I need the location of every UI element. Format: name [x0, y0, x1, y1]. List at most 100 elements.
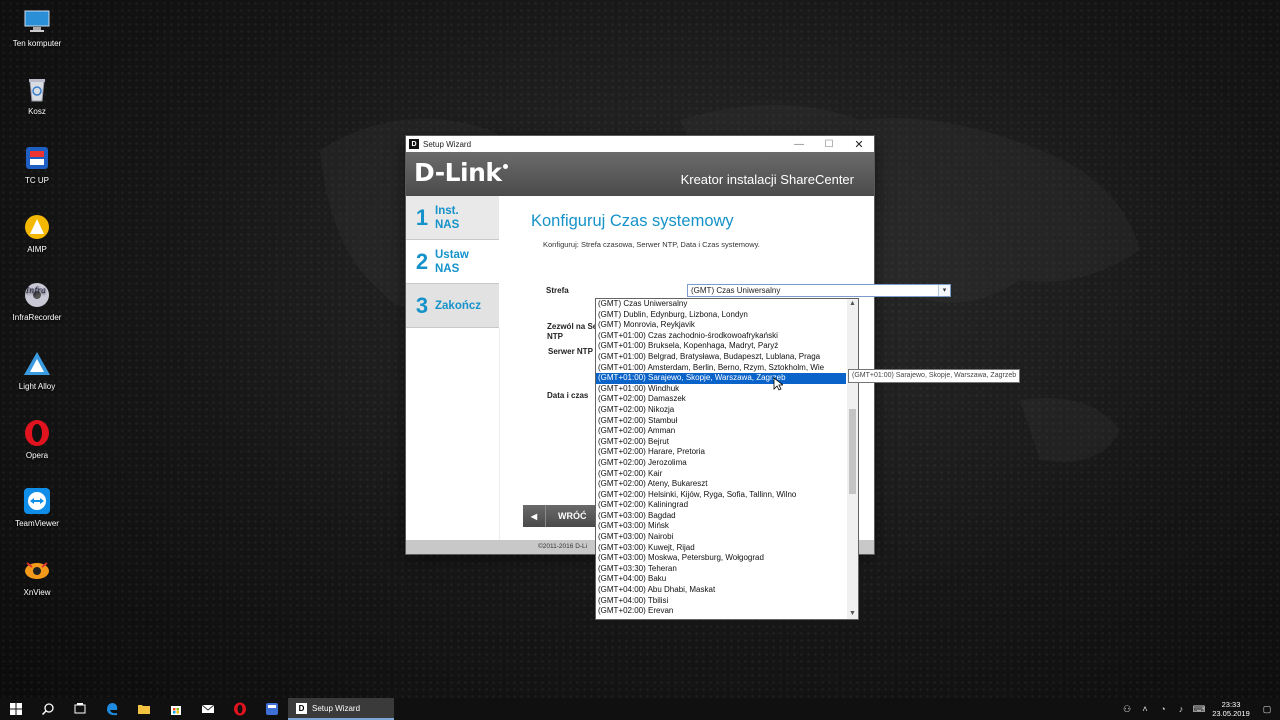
timezone-option[interactable]: (GMT+01:00) Czas zachodnio-środkowoafryk…	[596, 331, 846, 342]
desktop-icon-xnview[interactable]: XnView	[0, 555, 74, 597]
timezone-option[interactable]: (GMT+02:00) Kair	[596, 469, 846, 480]
timezone-option[interactable]: (GMT+03:00) Bagdad	[596, 511, 846, 522]
timezone-option[interactable]: (GMT) Monrovia, Reykjavik	[596, 320, 846, 331]
step-label-line2: NAS	[435, 218, 460, 231]
timezone-select[interactable]: (GMT) Czas Uniwersalny ▾	[687, 284, 951, 297]
timezone-option[interactable]: (GMT+02:00) Bejrut	[596, 437, 846, 448]
desktop-icon-label: Light Alloy	[18, 382, 56, 391]
task-view-button[interactable]	[64, 698, 96, 720]
opera-icon	[234, 702, 246, 716]
timezone-option[interactable]: (GMT+01:00) Amsterdam, Berlin, Berno, Rz…	[596, 363, 846, 374]
steps-sidebar: 1 Inst. NAS 2 Ustaw NAS 3 Zakończ	[406, 196, 500, 540]
ntp-label: NTP	[547, 332, 563, 341]
timezone-option[interactable]: (GMT+02:00) Kaliningrad	[596, 500, 846, 511]
timezone-dropdown-list[interactable]: (GMT) Czas Uniwersalny (GMT) Dublin, Edyn…	[595, 298, 859, 620]
taskbar-store[interactable]	[160, 698, 192, 720]
notifications-icon[interactable]: ▢	[1254, 704, 1280, 715]
desktop-icon-label: Kosz	[28, 107, 46, 116]
task-view-icon	[74, 703, 86, 714]
timezone-option[interactable]: (GMT+04:00) Baku	[596, 574, 846, 585]
people-icon[interactable]: ⚇	[1118, 704, 1136, 715]
back-button[interactable]: ◀ WRÓĆ	[523, 505, 597, 527]
desktop-icon-aimp[interactable]: AIMP	[0, 212, 74, 254]
timezone-option[interactable]: (GMT+01:00) Sarajewo, Skopje, Warszawa, …	[596, 373, 846, 384]
aimp-icon	[22, 212, 52, 242]
windows-icon	[10, 703, 22, 715]
light-alloy-icon	[22, 349, 52, 379]
speaker-icon[interactable]: ♪	[1172, 704, 1190, 714]
timezone-option[interactable]: (GMT+03:00) Mińsk	[596, 521, 846, 532]
timezone-option[interactable]: (GMT) Dublin, Edynburg, Lizbona, Londyn	[596, 310, 846, 321]
desktop-icon-label: Ten komputer	[12, 39, 62, 48]
minimize-button[interactable]: —	[784, 136, 814, 152]
timezone-option[interactable]: (GMT+02:00) Erevan	[596, 606, 846, 617]
timezone-option[interactable]: (GMT+02:00) Helsinki, Kijów, Ryga, Sofia…	[596, 490, 846, 501]
step-label-line1: Zakończ	[435, 299, 482, 312]
scroll-up-icon[interactable]: ▲	[847, 299, 858, 309]
sidebar-spacer	[406, 328, 500, 540]
clock-date: 23.05.2019	[1212, 709, 1250, 718]
clock-time: 23:33	[1221, 700, 1241, 709]
timezone-option[interactable]: (GMT+03:00) Moskwa, Petersburg, Wołgogra…	[596, 553, 846, 564]
language-icon[interactable]: ⌨	[1190, 704, 1208, 715]
desktop-icon-light-alloy[interactable]: Light Alloy	[0, 349, 74, 391]
window-titlebar[interactable]: D Setup Wizard — ☐ ✕	[406, 136, 874, 152]
timezone-option[interactable]: (GMT+02:00) Damaszek	[596, 394, 846, 405]
desktop-icon-opera[interactable]: Opera	[0, 418, 74, 460]
desktop-icon-label: InfraRecorder	[12, 313, 62, 322]
search-button[interactable]	[32, 698, 64, 720]
timezone-option[interactable]: (GMT+02:00) Nikozja	[596, 405, 846, 416]
timezone-option[interactable]: (GMT+03:00) Kuwejt, Rijad	[596, 543, 846, 554]
option-tooltip: (GMT+01:00) Sarajewo, Skopje, Warszawa, …	[848, 369, 1021, 383]
store-icon	[171, 706, 181, 715]
window-title: Setup Wizard	[423, 139, 472, 149]
desktop-icon-teamviewer[interactable]: TeamViewer	[0, 486, 74, 528]
desktop-icon-label: AIMP	[27, 245, 47, 254]
timezone-option[interactable]: (GMT+02:00) Harare, Pretoria	[596, 447, 846, 458]
start-button[interactable]	[0, 698, 32, 720]
taskbar-app-label: Setup Wizard	[312, 703, 361, 713]
timezone-option[interactable]: (GMT+02:00) Stambuł	[596, 416, 846, 427]
network-icon[interactable]: ◔	[1154, 704, 1172, 714]
chevron-up-icon[interactable]: ˄	[1136, 704, 1154, 714]
timezone-option[interactable]: (GMT) Czas Uniwersalny	[596, 299, 846, 310]
taskbar-setup-wizard[interactable]: D Setup Wizard	[288, 698, 394, 720]
desktop-icon-label: TeamViewer	[15, 519, 59, 528]
desktop-icon-infrarecorder[interactable]: Infra InfraRecorder	[0, 280, 74, 322]
back-button-label: WRÓĆ	[558, 511, 587, 521]
timezone-option[interactable]: (GMT+02:00) Jerozolima	[596, 458, 846, 469]
timezone-option[interactable]: (GMT+04:00) Tbilisi	[596, 596, 846, 607]
timezone-option[interactable]: (GMT+03:00) Nairobi	[596, 532, 846, 543]
timezone-option[interactable]: (GMT+01:00) Bruksela, Kopenhaga, Madryt,…	[596, 341, 846, 352]
taskbar-file-explorer[interactable]	[128, 698, 160, 720]
timezone-option[interactable]: (GMT+04:00) Abu Dhabi, Maskat	[596, 585, 846, 596]
desktop-icon-tc-up[interactable]: TC UP	[0, 143, 74, 185]
timezone-option[interactable]: (GMT+02:00) Amman	[596, 426, 846, 437]
scrollbar-thumb[interactable]	[849, 409, 856, 494]
mail-icon	[201, 704, 215, 713]
brand-dot-icon	[502, 164, 508, 169]
infrarecorder-icon: Infra	[22, 280, 52, 310]
maximize-button[interactable]: ☐	[814, 136, 844, 152]
timezone-option[interactable]: (GMT+03:30) Teheran	[596, 564, 846, 575]
chevron-down-icon[interactable]: ▾	[938, 285, 950, 296]
desktop-icon-label: Opera	[25, 451, 49, 460]
timezone-option[interactable]: (GMT+02:00) Ateny, Bukareszt	[596, 479, 846, 490]
taskbar-app-blue[interactable]	[256, 698, 288, 720]
desktop-icon-kosz[interactable]: Kosz	[0, 74, 74, 116]
timezone-option[interactable]: (GMT+01:00) Windhuk	[596, 384, 846, 395]
scroll-down-icon[interactable]: ▼	[847, 609, 858, 619]
mouse-cursor-icon	[773, 377, 783, 391]
dropdown-scrollbar[interactable]: ▲ ▼	[847, 299, 858, 619]
taskbar-mail[interactable]	[192, 698, 224, 720]
timezone-option[interactable]: (GMT+01:00) Belgrad, Bratysława, Budapes…	[596, 352, 846, 363]
taskbar: D Setup Wizard ⚇ ˄ ◔ ♪ ⌨ 23:33 23.05.201…	[0, 698, 1280, 720]
taskbar-opera[interactable]	[224, 698, 256, 720]
desktop-icon-label: XnView	[23, 588, 51, 597]
page-title: Konfiguruj Czas systemowy	[531, 212, 734, 230]
clock[interactable]: 23:33 23.05.2019	[1208, 700, 1254, 718]
close-button[interactable]: ✕	[844, 136, 874, 152]
taskbar-edge[interactable]	[96, 698, 128, 720]
desktop-icon-ten-komputer[interactable]: Ten komputer	[0, 6, 74, 48]
timezone-label: Strefa	[546, 286, 569, 295]
